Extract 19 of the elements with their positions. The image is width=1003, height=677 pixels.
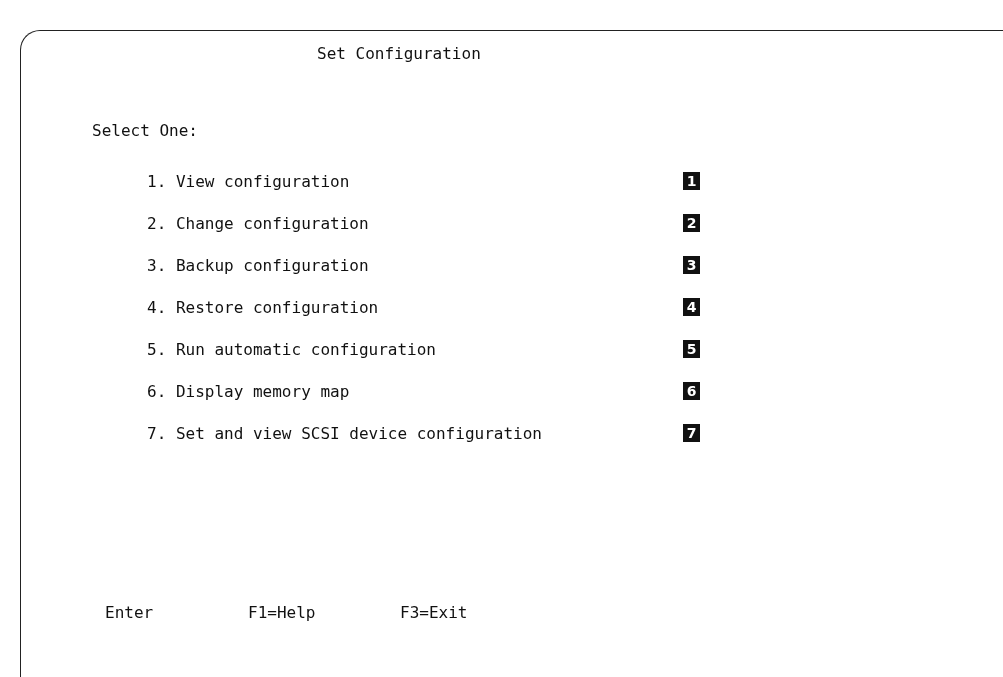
- function-key-label[interactable]: F1=Help: [248, 603, 400, 622]
- menu-option[interactable]: 4. Restore configuration: [147, 297, 683, 317]
- callout-marker: 6: [683, 382, 700, 400]
- screen-title: Set Configuration: [317, 44, 481, 63]
- function-key-label[interactable]: Enter: [105, 603, 248, 622]
- callout-marker: 7: [683, 424, 700, 442]
- menu-option[interactable]: 2. Change configuration: [147, 213, 683, 233]
- menu-option[interactable]: 5. Run automatic configuration: [147, 339, 683, 359]
- menu-option[interactable]: 7. Set and view SCSI device configuration: [147, 423, 683, 443]
- callout-marker: 5: [683, 340, 700, 358]
- menu-option[interactable]: 1. View configuration: [147, 171, 683, 191]
- menu-option[interactable]: 3. Backup configuration: [147, 255, 683, 275]
- prompt-text: Select One:: [92, 121, 198, 140]
- callout-marker: 3: [683, 256, 700, 274]
- callout-marker: 1: [683, 172, 700, 190]
- function-key-label[interactable]: F3=Exit: [400, 603, 468, 622]
- menu-option[interactable]: 6. Display memory map: [147, 381, 683, 401]
- callout-marker: 4: [683, 298, 700, 316]
- callout-marker: 2: [683, 214, 700, 232]
